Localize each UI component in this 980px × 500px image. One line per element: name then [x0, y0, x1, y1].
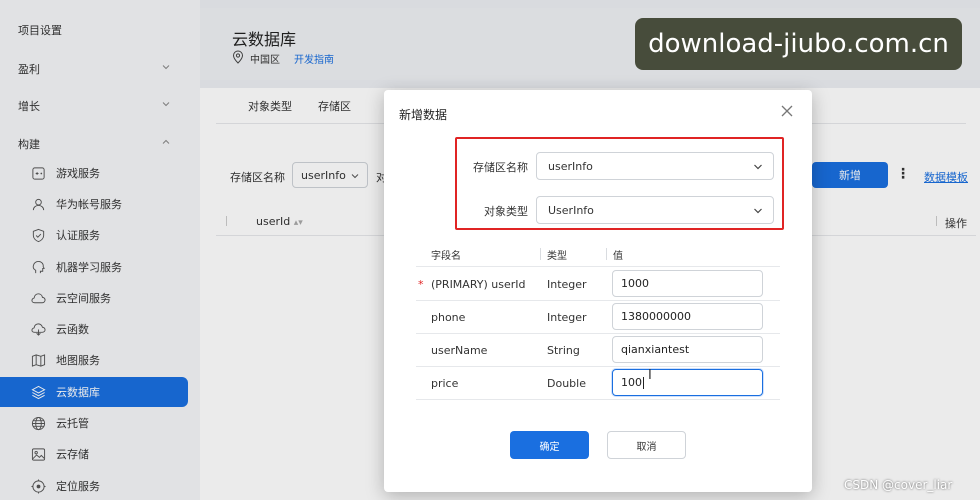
row-divider — [416, 366, 780, 367]
object-type-select[interactable]: UserInfo — [536, 196, 774, 224]
object-type-label: 对象类型 — [484, 205, 528, 218]
field-name: phone — [431, 311, 466, 324]
input-value: 1380000000 — [621, 310, 691, 323]
input-value: 100 — [621, 376, 642, 389]
field-name: price — [431, 377, 459, 390]
zone-name-label: 存储区名称 — [473, 161, 528, 174]
table-header-value: 值 — [613, 251, 623, 262]
ibeam-cursor-icon: I — [648, 368, 652, 383]
row-divider — [416, 266, 780, 267]
row-divider — [416, 300, 780, 301]
value-input-username[interactable]: qianxiantest — [612, 336, 763, 363]
field-name: userName — [431, 344, 488, 357]
input-value: qianxiantest — [621, 343, 690, 356]
confirm-button[interactable]: 确定 — [510, 431, 589, 459]
table-header-field: 字段名 — [431, 251, 461, 262]
dialog-title: 新增数据 — [399, 108, 448, 122]
csdn-watermark: CSDN @cover_liar — [844, 478, 953, 492]
required-marker: * — [418, 278, 424, 291]
field-type: Integer — [547, 311, 587, 324]
input-value: 1000 — [621, 277, 649, 290]
object-type-value: UserInfo — [548, 203, 594, 217]
table-header-type: 类型 — [547, 251, 567, 262]
value-input-userid[interactable]: 1000 — [612, 270, 763, 297]
value-input-price[interactable]: 100 — [612, 369, 763, 396]
field-type: String — [547, 344, 580, 357]
field-name: (PRIMARY) userId — [431, 278, 526, 291]
text-caret — [643, 376, 644, 389]
field-type: Integer — [547, 278, 587, 291]
row-divider — [416, 399, 780, 400]
chevron-down-icon — [754, 208, 762, 214]
close-icon[interactable] — [780, 104, 794, 118]
watermark: download-jiubo.com.cn — [635, 18, 962, 70]
column-divider — [606, 248, 607, 260]
column-divider — [540, 248, 541, 260]
value-input-phone[interactable]: 1380000000 — [612, 303, 763, 330]
zone-name-select[interactable]: userInfo — [536, 152, 774, 180]
zone-name-value: userInfo — [548, 159, 593, 173]
field-type: Double — [547, 377, 586, 390]
cancel-button[interactable]: 取消 — [607, 431, 686, 459]
row-divider — [416, 333, 780, 334]
chevron-down-icon — [754, 164, 762, 170]
